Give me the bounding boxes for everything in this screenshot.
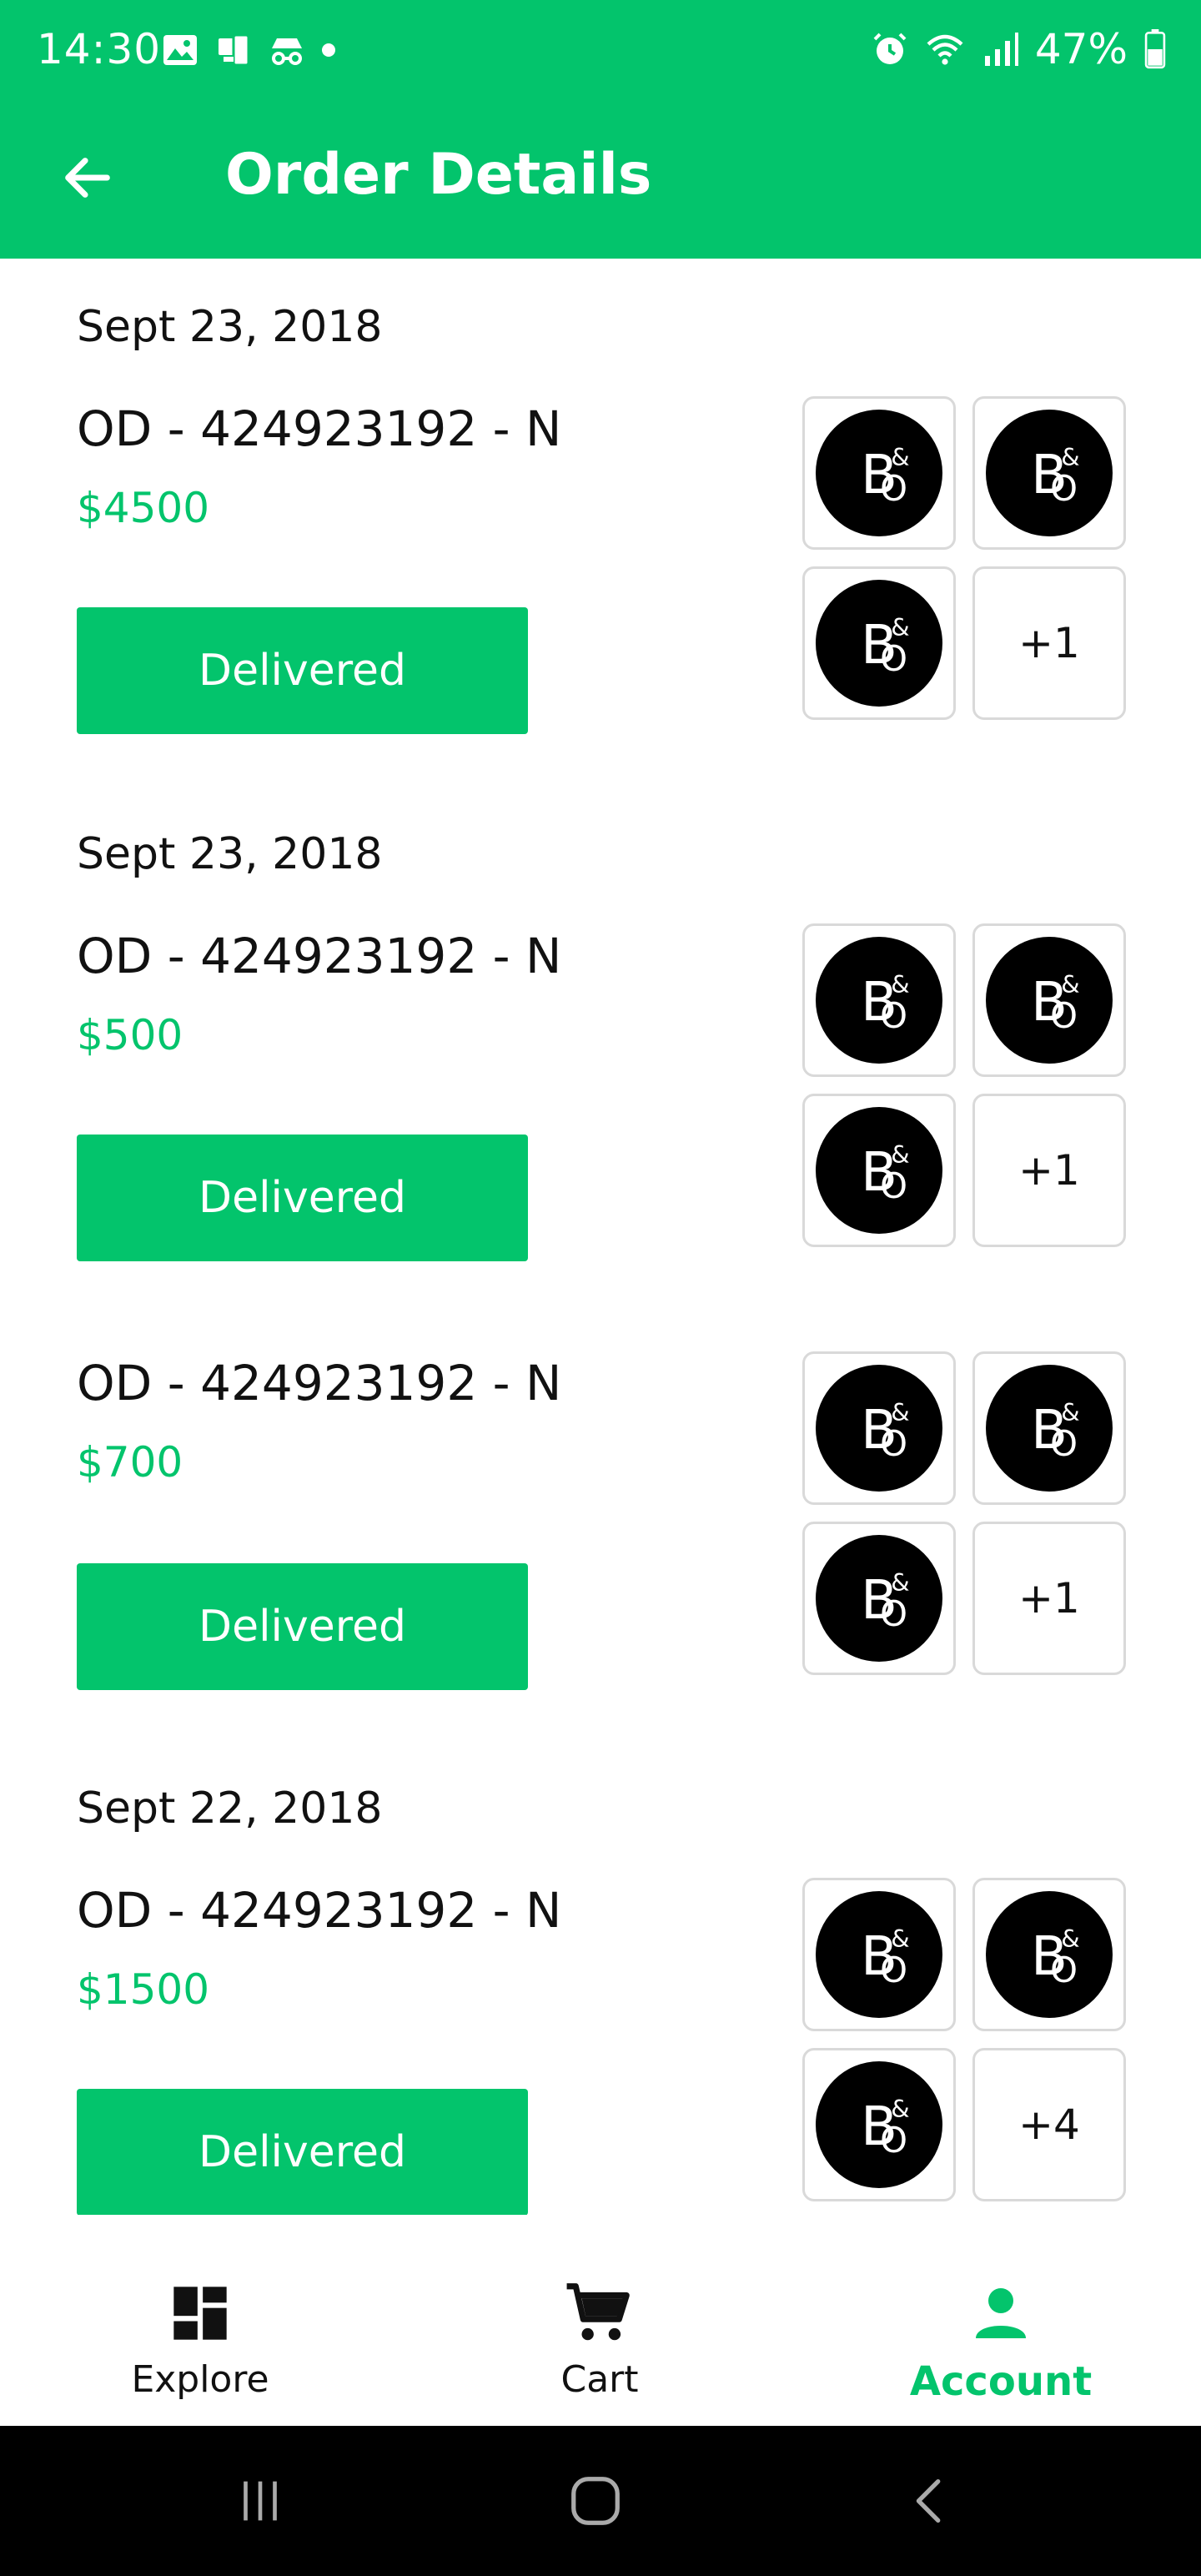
svg-text:O: O <box>880 995 907 1036</box>
battery-icon <box>1144 29 1166 69</box>
system-back-button[interactable] <box>897 2468 964 2534</box>
bo-logo: B & O <box>986 937 1113 1064</box>
delivered-button[interactable]: Delivered <box>77 1563 528 1690</box>
order-id: OD - 424923192 - N <box>77 1882 562 1939</box>
back-button[interactable] <box>50 140 125 215</box>
bo-logo: B & O <box>986 1891 1113 2018</box>
order-amount: $500 <box>77 1011 183 1059</box>
product-thumbnail[interactable]: B & O <box>802 1522 956 1675</box>
delivered-button[interactable]: Delivered <box>77 1135 528 1261</box>
nav-label-explore: Explore <box>131 2358 269 2401</box>
svg-text:O: O <box>1050 995 1078 1036</box>
bo-logo: B & O <box>816 1535 942 1662</box>
order-amount: $1500 <box>77 1965 210 2014</box>
order-date: Sept 23, 2018 <box>77 829 383 879</box>
back-icon <box>916 2479 941 2523</box>
svg-text:O: O <box>880 1950 907 1990</box>
person-icon <box>976 2288 1026 2338</box>
bo-logo: B & O <box>816 1365 942 1492</box>
delivered-button[interactable]: Delivered <box>77 2089 528 2215</box>
nav-item-cart[interactable]: Cart <box>475 2280 725 2401</box>
dot-icon <box>322 43 335 57</box>
svg-text:O: O <box>1050 468 1078 509</box>
order-list[interactable]: Sept 23, 2018 OD - 424923192 - N $4500 D… <box>0 259 1201 2215</box>
order-amount: $700 <box>77 1438 183 1487</box>
status-left-icons <box>160 30 337 70</box>
svg-text:O: O <box>1050 1423 1078 1464</box>
product-thumbnails: B & O B & O B & O +1 <box>802 396 1126 720</box>
more-items-tile[interactable]: +1 <box>972 566 1126 720</box>
more-items-count: +4 <box>1018 2101 1080 2149</box>
product-thumbnail[interactable]: B & O <box>802 566 956 720</box>
arrow-left-icon <box>65 158 110 198</box>
product-thumbnail[interactable]: B & O <box>802 1878 956 2031</box>
product-thumbnail[interactable]: B & O <box>972 1351 1126 1505</box>
more-items-tile[interactable]: +1 <box>972 1522 1126 1675</box>
more-items-count: +1 <box>1018 1146 1080 1195</box>
status-time: 14:30 <box>37 25 162 73</box>
nav-label-account: Account <box>909 2358 1093 2405</box>
more-items-tile[interactable]: +4 <box>972 2048 1126 2201</box>
recents-icon <box>244 2481 277 2521</box>
product-thumbnail[interactable]: B & O <box>972 396 1126 550</box>
product-thumbnails: B & O B & O B & O +1 <box>802 1351 1126 1675</box>
order-amount: $4500 <box>77 484 210 532</box>
product-thumbnails: B & O B & O B & O +4 <box>802 1878 1126 2201</box>
incognito-icon <box>272 38 302 65</box>
gallery-icon <box>163 35 197 65</box>
bo-logo: B & O <box>816 937 942 1064</box>
order-date: Sept 23, 2018 <box>77 302 383 352</box>
delivered-button[interactable]: Delivered <box>77 607 528 734</box>
nav-item-account[interactable]: Account <box>876 2280 1126 2405</box>
page-title: Order Details <box>225 142 652 208</box>
product-thumbnails: B & O B & O B & O +1 <box>802 923 1126 1247</box>
system-nav-bar <box>0 2426 1201 2576</box>
more-items-count: +1 <box>1018 1574 1080 1623</box>
bo-logo: B & O <box>816 410 942 536</box>
product-thumbnail[interactable]: B & O <box>802 2048 956 2201</box>
product-thumbnail[interactable]: B & O <box>802 923 956 1077</box>
signal-icon <box>984 33 1018 66</box>
product-thumbnail[interactable]: B & O <box>972 923 1126 1077</box>
app-bar: Order Details <box>0 107 1201 259</box>
order-id: OD - 424923192 - N <box>77 400 562 457</box>
wifi-icon <box>927 34 963 65</box>
order-id: OD - 424923192 - N <box>77 1355 562 1411</box>
cart-icon <box>566 2283 630 2341</box>
bo-logo: B & O <box>986 410 1113 536</box>
order-id: OD - 424923192 - N <box>77 928 562 984</box>
more-items-tile[interactable]: +1 <box>972 1094 1126 1247</box>
product-thumbnail[interactable]: B & O <box>802 1094 956 1247</box>
status-right: 47% <box>870 25 1168 73</box>
product-thumbnail[interactable]: B & O <box>802 396 956 550</box>
svg-text:O: O <box>880 1593 907 1634</box>
nav-label-cart: Cart <box>560 2358 639 2401</box>
home-icon <box>571 2477 620 2525</box>
recents-button[interactable] <box>227 2468 294 2534</box>
dashboard-icon <box>173 2287 227 2340</box>
bottom-nav: Explore Cart Account <box>0 2215 1201 2426</box>
bo-logo: B & O <box>816 2061 942 2188</box>
bo-logo: B & O <box>816 580 942 707</box>
svg-text:O: O <box>880 1423 907 1464</box>
devices-icon <box>219 33 250 67</box>
home-button[interactable] <box>562 2468 629 2534</box>
product-thumbnail[interactable]: B & O <box>972 1878 1126 2031</box>
product-thumbnail[interactable]: B & O <box>802 1351 956 1505</box>
nav-item-explore[interactable]: Explore <box>75 2280 325 2401</box>
svg-text:O: O <box>880 638 907 679</box>
svg-text:O: O <box>1050 1950 1078 1990</box>
more-items-count: +1 <box>1018 619 1080 667</box>
status-bar: 14:30 47% <box>0 0 1201 107</box>
bo-logo: B & O <box>816 1107 942 1234</box>
svg-text:O: O <box>880 468 907 509</box>
bo-logo: B & O <box>986 1365 1113 1492</box>
alarm-icon <box>873 33 907 64</box>
svg-text:O: O <box>880 1165 907 1206</box>
battery-percent: 47% <box>1034 25 1128 73</box>
bo-logo: B & O <box>816 1891 942 2018</box>
order-date: Sept 22, 2018 <box>77 1784 383 1834</box>
svg-text:O: O <box>880 2120 907 2161</box>
